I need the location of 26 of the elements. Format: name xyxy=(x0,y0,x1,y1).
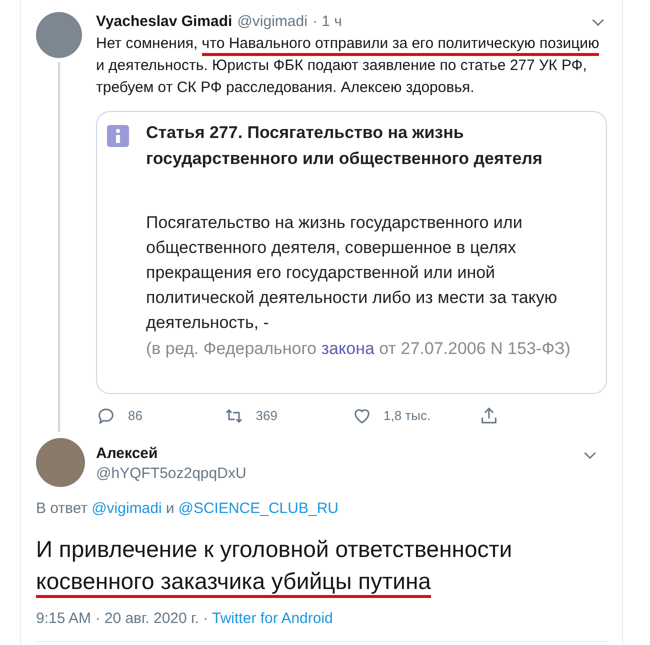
share-icon[interactable] xyxy=(479,406,500,426)
tweet-timestamp: 9:15 AM · 20 авг. 2020 г. · xyxy=(36,609,208,629)
conjunction-text: и xyxy=(166,499,174,519)
reply-label: В ответ xyxy=(36,499,88,519)
avatar[interactable] xyxy=(36,12,82,58)
user-name[interactable]: Алексей xyxy=(96,444,246,464)
article-note: (в ред. Федерального закона от 27.07.2006 N 153-ФЗ) xyxy=(146,338,572,360)
source-link[interactable]: Twitter for Android xyxy=(212,609,333,629)
user-name[interactable]: Vyacheslav Gimadi xyxy=(96,12,232,32)
law-link[interactable]: закона xyxy=(321,339,374,358)
reply-count: 86 xyxy=(128,407,142,426)
tweet-text: Нет сомнения, что Навального отправили за его политическую позицию и деятельность. Юристы ФБК подают заявление по статье 277 УК РФ, требуем от СК РФ расследования. Алексею здоровья. xyxy=(96,34,600,98)
like-count: 1,8 тыс. xyxy=(384,407,431,426)
article-heading: Статья 277. Посягательство на жизнь государственного или общественного деятеля xyxy=(146,122,544,170)
user-handle[interactable]: @hYQFT5oz2qpqDxU xyxy=(96,464,246,484)
retweet-count: 369 xyxy=(256,407,278,426)
avatar[interactable] xyxy=(36,438,85,487)
mention-link[interactable]: @SCIENCE_CLUB_RU xyxy=(178,499,338,519)
reply-icon[interactable] xyxy=(96,406,116,426)
user-handle[interactable]: @vigimadi xyxy=(237,12,308,32)
mention-link[interactable]: @vigimadi xyxy=(92,499,162,519)
tweet-text: И привлечение к уголовной ответственности косвенного заказчика убийцы путина xyxy=(36,533,607,597)
info-icon xyxy=(107,125,129,147)
article-text: Посягательство на жизнь государственного или общественного деятеля, совершенное в целях прекращения его государственной или иной политической деятельности либо из мести за такую деятельность, - xyxy=(146,212,558,334)
heart-icon[interactable] xyxy=(352,406,372,426)
tweet-time[interactable]: · 1 ч xyxy=(312,12,342,32)
